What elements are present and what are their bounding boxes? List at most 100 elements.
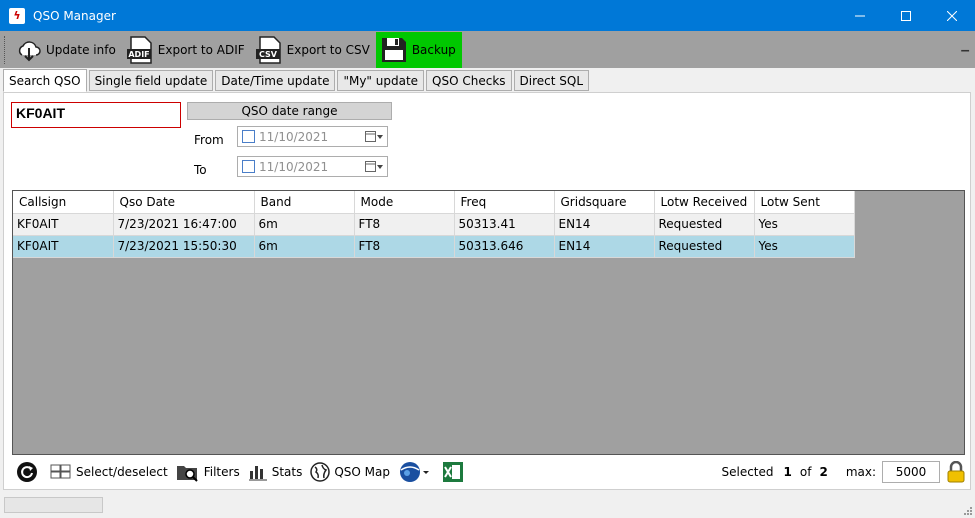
refresh-button[interactable]	[16, 461, 42, 483]
cell-freq[interactable]: 50313.646	[454, 235, 555, 258]
backup-label: Backup	[411, 42, 456, 57]
title-bar: ϟ QSO Manager	[0, 0, 975, 31]
qso-map-label: QSO Map	[334, 465, 390, 479]
export-csv-label: Export to CSV	[286, 42, 370, 57]
svg-text:ADIF: ADIF	[128, 50, 149, 59]
table-row[interactable]: KF0AIT 7/23/2021 16:47:00 6m FT8 50313.4…	[13, 213, 855, 236]
status-bar	[0, 494, 975, 518]
tab-strip: Search QSO Single field update Date/Time…	[3, 69, 591, 93]
svg-text:CSV: CSV	[259, 50, 278, 59]
backup-button[interactable]: Backup	[375, 31, 462, 68]
cell-mode[interactable]: FT8	[354, 213, 455, 236]
update-info-button[interactable]: Update info	[12, 32, 122, 68]
main-toolbar: Update info ADIF Export to ADIF CSV Expo…	[0, 31, 975, 68]
grid-header-row: Callsign Qso Date Band Mode Freq Gridsqu…	[13, 191, 855, 214]
cell-qso-date[interactable]: 7/23/2021 15:50:30	[113, 235, 255, 258]
cell-gridsquare[interactable]: EN14	[554, 235, 655, 258]
status-panel	[4, 497, 103, 513]
column-header-qso-date[interactable]: Qso Date	[113, 191, 255, 214]
qso-results-grid: Callsign Qso Date Band Mode Freq Gridsqu…	[12, 190, 965, 455]
cell-gridsquare[interactable]: EN14	[554, 213, 655, 236]
column-header-lotw-received[interactable]: Lotw Received	[654, 191, 755, 214]
cell-lotw-received[interactable]: Requested	[654, 213, 755, 236]
select-deselect-button[interactable]: Select/deselect	[50, 464, 168, 480]
bar-chart-icon	[248, 466, 267, 481]
toolbar-overflow-icon[interactable]: ▁	[961, 41, 969, 52]
tab-my-update[interactable]: "My" update	[337, 70, 425, 91]
export-csv-button[interactable]: CSV Export to CSV	[251, 32, 376, 68]
globe-icon	[310, 462, 331, 482]
max-records-input[interactable]: 5000	[882, 461, 940, 483]
qso-date-range-button[interactable]: QSO date range	[187, 102, 392, 120]
toolbar-grip[interactable]	[4, 35, 8, 64]
from-label: From	[194, 133, 224, 147]
table-row-selected[interactable]: KF0AIT 7/23/2021 15:50:30 6m FT8 50313.6…	[13, 235, 855, 258]
search-panel: KF0AIT QSO date range From 11/10/2021 To…	[3, 92, 971, 490]
maximize-button[interactable]	[883, 0, 929, 31]
minimize-button[interactable]	[837, 0, 883, 31]
select-deselect-label: Select/deselect	[76, 465, 168, 479]
filters-label: Filters	[203, 465, 240, 479]
of-label: of	[799, 465, 812, 479]
resize-grip-icon[interactable]	[963, 506, 973, 516]
export-adif-button[interactable]: ADIF Export to ADIF	[122, 32, 251, 68]
column-header-freq[interactable]: Freq	[454, 191, 555, 214]
export-adif-label: Export to ADIF	[157, 42, 245, 57]
total-count: 2	[819, 465, 828, 479]
to-date-value: 11/10/2021	[259, 159, 329, 174]
tab-direct-sql[interactable]: Direct SQL	[513, 70, 590, 91]
csv-file-icon: CSV	[255, 35, 281, 64]
earth-icon	[400, 462, 429, 482]
tab-single-field-update[interactable]: Single field update	[88, 70, 214, 91]
cell-lotw-sent[interactable]: Yes	[754, 235, 855, 258]
max-label: max:	[845, 465, 876, 479]
stats-label: Stats	[271, 465, 303, 479]
google-earth-dropdown[interactable]	[398, 461, 434, 483]
to-date-checkbox[interactable]	[242, 160, 255, 173]
column-header-band[interactable]: Band	[254, 191, 355, 214]
grid-bottom-toolbar: Select/deselect Filters Stats QSO Map Se…	[16, 458, 966, 486]
window-title: QSO Manager	[33, 8, 116, 23]
tab-search-qso[interactable]: Search QSO	[3, 69, 87, 92]
callsign-search-input[interactable]: KF0AIT	[11, 102, 181, 128]
close-button[interactable]	[929, 0, 975, 31]
from-date-value: 11/10/2021	[259, 129, 329, 144]
qso-map-button[interactable]: QSO Map	[310, 462, 390, 482]
from-date-picker[interactable]: 11/10/2021	[237, 126, 388, 147]
folder-search-icon	[176, 466, 198, 482]
tab-qso-checks[interactable]: QSO Checks	[426, 70, 512, 91]
cell-lotw-sent[interactable]: Yes	[754, 213, 855, 236]
calendar-dropdown-icon[interactable]	[365, 131, 383, 143]
lock-icon[interactable]	[946, 461, 966, 483]
from-date-checkbox[interactable]	[242, 130, 255, 143]
app-icon: ϟ	[9, 7, 25, 24]
floppy-disk-icon	[381, 37, 406, 62]
excel-icon	[443, 462, 463, 482]
selected-count: 1	[783, 465, 792, 479]
refresh-icon	[17, 462, 37, 482]
column-header-gridsquare[interactable]: Gridsquare	[554, 191, 655, 214]
tab-date-time-update[interactable]: Date/Time update	[215, 70, 336, 91]
filters-button[interactable]: Filters	[176, 462, 240, 482]
column-header-callsign[interactable]: Callsign	[13, 191, 114, 214]
grid-select-icon	[50, 464, 71, 479]
cell-band[interactable]: 6m	[254, 213, 355, 236]
calendar-dropdown-icon[interactable]	[365, 161, 383, 173]
cell-callsign[interactable]: KF0AIT	[13, 213, 114, 236]
to-label: To	[194, 163, 207, 177]
stats-button[interactable]: Stats	[248, 463, 303, 481]
column-header-mode[interactable]: Mode	[354, 191, 455, 214]
column-header-lotw-sent[interactable]: Lotw Sent	[754, 191, 855, 214]
cloud-download-icon	[18, 40, 41, 61]
adif-file-icon: ADIF	[126, 35, 152, 64]
cell-freq[interactable]: 50313.41	[454, 213, 555, 236]
to-date-picker[interactable]: 11/10/2021	[237, 156, 388, 177]
selected-label: Selected	[721, 465, 774, 479]
excel-export-button[interactable]	[442, 461, 468, 483]
cell-qso-date[interactable]: 7/23/2021 16:47:00	[113, 213, 255, 236]
cell-band[interactable]: 6m	[254, 235, 355, 258]
cell-callsign[interactable]: KF0AIT	[13, 235, 114, 258]
cell-mode[interactable]: FT8	[354, 235, 455, 258]
update-info-label: Update info	[46, 42, 116, 57]
cell-lotw-received[interactable]: Requested	[654, 235, 755, 258]
